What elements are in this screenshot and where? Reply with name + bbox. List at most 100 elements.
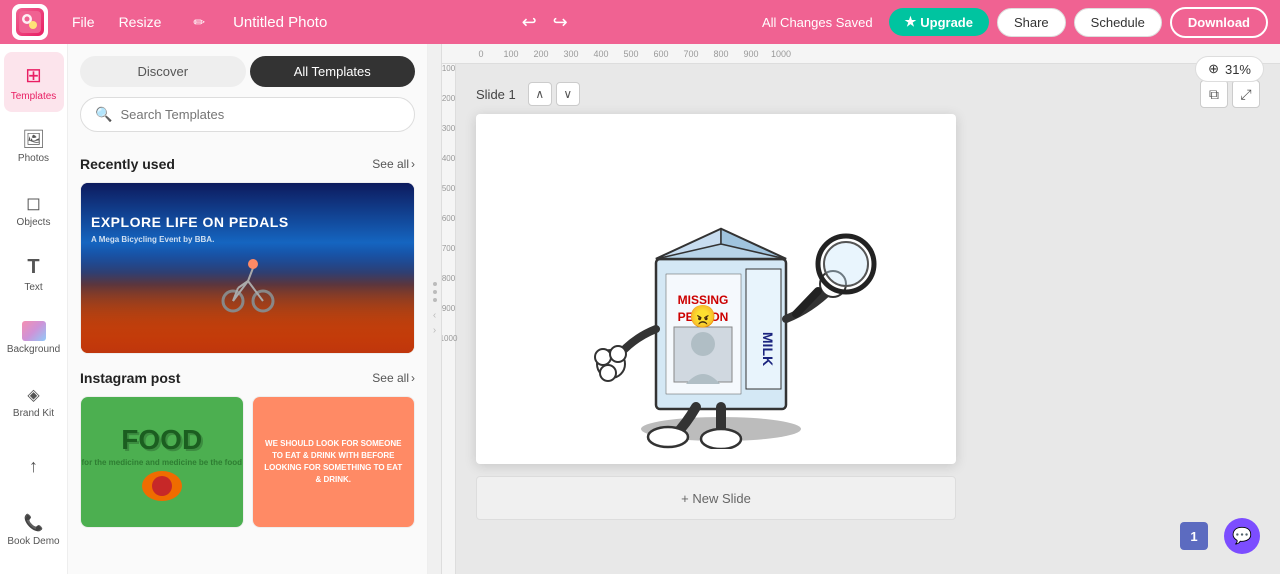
ruler-mark-500: 500 <box>616 49 646 59</box>
ruler-v-700: 700 <box>442 244 455 274</box>
ruler-mark-800: 800 <box>706 49 736 59</box>
cycling-template-image: EXPLORE LIFE ON PEDALS A Mega Bicycling … <box>81 183 414 353</box>
ruler-v-900: 900 <box>442 304 455 334</box>
slide-actions: ⧉ ⤢ <box>1200 80 1260 108</box>
background-icon <box>22 321 46 341</box>
resize-dot <box>433 290 437 294</box>
canvas-area: ⊕ 31% 0 100 200 300 400 500 600 700 800 … <box>442 44 1280 574</box>
ruler-vertical: 100 200 300 400 500 600 700 800 900 1000 <box>442 64 456 574</box>
ruler-mark-600: 600 <box>646 49 676 59</box>
search-icon: 🔍 <box>95 106 112 123</box>
ruler-mark-200: 200 <box>526 49 556 59</box>
ruler-mark-900: 900 <box>736 49 766 59</box>
sidebar-icons: ⊞ Templates 🖼 Photos ◻ Objects T Text Ba… <box>0 44 68 574</box>
sidebar-item-photos[interactable]: 🖼 Photos <box>4 116 64 176</box>
sidebar-item-templates[interactable]: ⊞ Templates <box>4 52 64 112</box>
zoom-icon: ⊕ <box>1208 61 1219 77</box>
sidebar-item-upload[interactable]: ↑ <box>4 436 64 496</box>
save-status: All Changes Saved <box>762 15 873 30</box>
sidebar-item-background[interactable]: Background <box>4 308 64 368</box>
document-title[interactable]: Untitled Photo <box>233 14 327 31</box>
recently-used-title: Recently used <box>80 156 175 172</box>
template-card-food-pink[interactable]: WE SHOULD LOOK FOR SOMEONE TO EAT & DRIN… <box>252 396 416 528</box>
search-input[interactable] <box>120 107 400 122</box>
chat-button[interactable]: 💬 <box>1224 518 1260 554</box>
photos-icon: 🖼 <box>22 129 45 150</box>
topbar-menu: File Resize <box>64 10 169 34</box>
chat-icon: 💬 <box>1232 526 1252 546</box>
recently-used-header: Recently used See all › <box>80 156 415 172</box>
logo-icon <box>16 8 44 36</box>
ruler-v-400: 400 <box>442 154 455 184</box>
redo-button[interactable]: ↪ <box>553 12 568 33</box>
instagram-post-title: Instagram post <box>80 370 180 386</box>
topbar-actions: ★ Upgrade Share Schedule Download <box>889 7 1268 38</box>
sidebar-item-bookdemo[interactable]: 📞 Book Demo <box>4 500 64 560</box>
templates-content: Recently used See all › <box>68 142 427 574</box>
tab-all-templates[interactable]: All Templates <box>250 56 416 87</box>
sidebar-item-objects[interactable]: ◻ Objects <box>4 180 64 240</box>
upload-icon: ↑ <box>29 456 38 477</box>
share-button[interactable]: Share <box>997 8 1066 37</box>
slide-number-badge[interactable]: 1 <box>1180 522 1208 550</box>
recently-used-grid: EXPLORE LIFE ON PEDALS A Mega Bicycling … <box>80 182 415 354</box>
main-area: ⊞ Templates 🖼 Photos ◻ Objects T Text Ba… <box>0 44 1280 574</box>
ruler-mark-1000: 1000 <box>766 49 796 59</box>
download-button[interactable]: Download <box>1170 7 1268 38</box>
slide-image: MILK MISSING PERSON <box>546 129 886 449</box>
templates-panel: Discover All Templates 🔍 Recently used S… <box>68 44 428 574</box>
slide-label: Slide 1 <box>476 87 516 102</box>
menu-file[interactable]: File <box>64 10 103 34</box>
ruler-v-500: 500 <box>442 184 455 214</box>
sidebar-item-text[interactable]: T Text <box>4 244 64 304</box>
recently-used-see-all[interactable]: See all › <box>372 157 415 171</box>
ruler-v-600: 600 <box>442 214 455 244</box>
food-pink-image: WE SHOULD LOOK FOR SOMEONE TO EAT & DRIN… <box>253 397 415 527</box>
ruler-v-1000: 1000 <box>442 334 457 364</box>
svg-text:MILK: MILK <box>760 332 776 366</box>
objects-icon: ◻ <box>26 193 41 214</box>
zoom-indicator[interactable]: ⊕ 31% <box>1195 56 1264 82</box>
zoom-percent: 31% <box>1225 62 1251 77</box>
topbar: File Resize ✏ Untitled Photo ↩ ↪ All Cha… <box>0 0 1280 44</box>
schedule-button[interactable]: Schedule <box>1074 8 1162 37</box>
edit-icon: ✏ <box>185 10 213 35</box>
new-slide-button[interactable]: + New Slide <box>476 476 956 520</box>
svg-text:😠: 😠 <box>689 304 716 329</box>
upgrade-button[interactable]: ★ Upgrade <box>889 8 989 36</box>
tab-discover[interactable]: Discover <box>80 56 246 87</box>
instagram-see-all[interactable]: See all › <box>372 371 415 385</box>
ruler-horizontal: 0 100 200 300 400 500 600 700 800 900 10… <box>442 44 1280 64</box>
chevron-right-icon: › <box>411 157 415 171</box>
ruler-v-200: 200 <box>442 94 455 124</box>
resize-arrow-right: › <box>433 325 436 336</box>
slide-nav-down[interactable]: ∨ <box>556 82 580 106</box>
ruler-marks: 0 100 200 300 400 500 600 700 800 900 10… <box>466 49 796 59</box>
panel-resize-handle[interactable]: ‹ › <box>428 44 442 574</box>
bookdemo-icon: 📞 <box>24 513 44 533</box>
resize-dot <box>433 282 437 286</box>
slide-canvas[interactable]: MILK MISSING PERSON <box>476 114 956 464</box>
ruler-mark-400: 400 <box>586 49 616 59</box>
sidebar-label-templates: Templates <box>11 91 57 102</box>
star-icon: ★ <box>905 14 917 30</box>
sidebar-label-background: Background <box>7 344 60 355</box>
slide-expand-button[interactable]: ⤢ <box>1232 80 1260 108</box>
sidebar-label-text: Text <box>24 282 42 293</box>
canvas-body: 100 200 300 400 500 600 700 800 900 1000… <box>442 64 1280 574</box>
slide-nav-up[interactable]: ∧ <box>528 82 552 106</box>
undo-button[interactable]: ↩ <box>522 12 537 33</box>
sidebar-label-objects: Objects <box>17 217 51 228</box>
canvas-scroll-area: Slide 1 ∧ ∨ ⧉ ⤢ <box>456 64 1280 574</box>
template-card-cycling[interactable]: EXPLORE LIFE ON PEDALS A Mega Bicycling … <box>80 182 415 354</box>
templates-icon: ⊞ <box>25 63 42 88</box>
template-card-food-green[interactable]: FOOD for the medicine and medicine be th… <box>80 396 244 528</box>
ruler-v-100: 100 <box>442 64 455 94</box>
menu-resize[interactable]: Resize <box>111 10 170 34</box>
sidebar-item-brandkit[interactable]: ◈ Brand Kit <box>4 372 64 432</box>
ruler-mark-700: 700 <box>676 49 706 59</box>
ruler-v-300: 300 <box>442 124 455 154</box>
sidebar-label-brandkit: Brand Kit <box>13 408 54 419</box>
slide-header: Slide 1 ∧ ∨ ⧉ ⤢ <box>476 80 1260 108</box>
slide-copy-button[interactable]: ⧉ <box>1200 80 1228 108</box>
